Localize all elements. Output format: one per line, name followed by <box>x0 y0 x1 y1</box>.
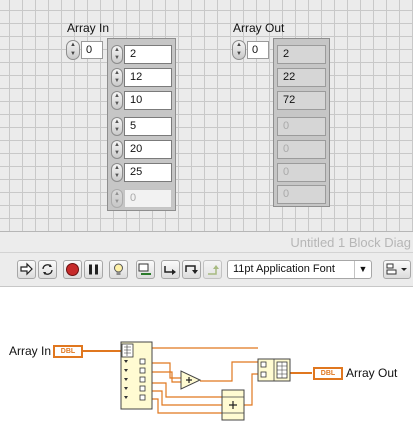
element-spinner[interactable]: ▲ ▼ <box>111 68 123 87</box>
array-in-empty-element[interactable]: 0 <box>124 189 172 208</box>
block-diagram-toolbar: 11pt Application Font ▼ <box>0 253 413 287</box>
run-continuously-icon <box>42 264 53 275</box>
front-panel: Array In ▲ ▼ 0 ▲ ▼ 2 ▲ ▼ 12 ▲ ▼ 10 ▲ ▼ 5 ▲ ▼ 2… <box>0 0 413 231</box>
abort-execution-button[interactable] <box>63 260 82 279</box>
array-out-terminal-label: Array Out <box>346 366 398 380</box>
run-arrow-icon <box>20 262 33 276</box>
font-selector-value: 11pt Application Font <box>233 263 335 275</box>
element-spinner[interactable]: ▲ ▼ <box>111 189 123 208</box>
element-spinner[interactable]: ▲ ▼ <box>111 163 123 182</box>
wire-compound-2[interactable] <box>152 390 222 406</box>
wire-add-result[interactable] <box>200 361 258 382</box>
run-continuously-button[interactable] <box>38 260 57 279</box>
array-out-empty-element-6: 0 <box>277 185 326 204</box>
array-in-element-5[interactable]: 25 <box>124 163 172 182</box>
array-out-element-0: 2 <box>277 45 326 64</box>
dropdown-arrow-icon: ▼ <box>354 261 371 278</box>
array-out-terminal-type: DBL <box>320 370 336 377</box>
array-in-terminal-type: DBL <box>60 348 76 355</box>
build-array-node[interactable] <box>257 358 291 382</box>
wire-add-b[interactable] <box>152 371 181 383</box>
step-out-button[interactable] <box>203 260 222 279</box>
probe-icon <box>138 263 151 275</box>
element-spinner[interactable]: ▲ ▼ <box>111 140 123 159</box>
array-in-element-2[interactable]: 10 <box>124 91 172 110</box>
wire-compound-result[interactable] <box>244 373 258 406</box>
stop-icon <box>66 263 79 276</box>
array-in-element-3[interactable]: 5 <box>124 117 172 136</box>
retain-wire-values-button[interactable] <box>136 260 155 279</box>
lightbulb-icon <box>114 263 123 275</box>
array-out-empty-element-5: 0 <box>277 163 326 182</box>
array-in-index-field[interactable]: 0 <box>81 41 103 59</box>
element-spinner[interactable]: ▲ ▼ <box>111 91 123 110</box>
add-node[interactable] <box>180 370 202 390</box>
array-in-element-0[interactable]: 2 <box>124 45 172 64</box>
array-in-label: Array In <box>67 21 110 35</box>
run-arrow-button[interactable] <box>17 260 36 279</box>
step-into-icon <box>164 266 176 275</box>
align-objects-icon <box>386 263 407 275</box>
array-in-terminal-label: Array In <box>9 344 52 358</box>
step-into-button[interactable] <box>161 260 180 279</box>
array-out-label: Array Out <box>233 21 285 35</box>
step-over-icon <box>185 265 198 274</box>
array-out-element-1: 22 <box>277 68 326 87</box>
wire-add-a[interactable] <box>152 362 181 379</box>
index-array-node[interactable] <box>120 341 153 410</box>
step-over-button[interactable] <box>182 260 201 279</box>
pause-button[interactable] <box>84 260 103 279</box>
array-out-element-2: 72 <box>277 91 326 110</box>
array-in-element-4[interactable]: 20 <box>124 140 172 159</box>
block-diagram-title-bar[interactable]: Untitled 1 Block Diag <box>0 231 413 253</box>
compound-arithmetic-node[interactable] <box>221 389 245 421</box>
array-out-index-spinner[interactable]: ▲ ▼ <box>232 40 246 60</box>
block-diagram-canvas[interactable]: Array In DBL DBL Array Out <box>0 287 413 444</box>
element-spinner[interactable]: ▲ ▼ <box>111 45 123 64</box>
step-out-icon <box>208 265 219 275</box>
array-out-terminal[interactable]: DBL <box>313 367 343 380</box>
array-out-index-field[interactable]: 0 <box>247 41 269 59</box>
array-in-terminal[interactable]: DBL <box>53 345 83 358</box>
array-out-empty-element-4: 0 <box>277 140 326 159</box>
pause-icon <box>89 264 98 275</box>
highlight-execution-button[interactable] <box>109 260 128 279</box>
array-out-empty-element-3: 0 <box>277 117 326 136</box>
array-in-element-1[interactable]: 12 <box>124 68 172 87</box>
align-objects-button[interactable] <box>383 260 411 279</box>
font-selector[interactable]: 11pt Application Font ▼ <box>227 260 372 279</box>
block-diagram-window-title: Untitled 1 Block Diag <box>290 235 411 250</box>
element-spinner[interactable]: ▲ ▼ <box>111 117 123 136</box>
array-in-index-spinner[interactable]: ▲ ▼ <box>66 40 80 60</box>
